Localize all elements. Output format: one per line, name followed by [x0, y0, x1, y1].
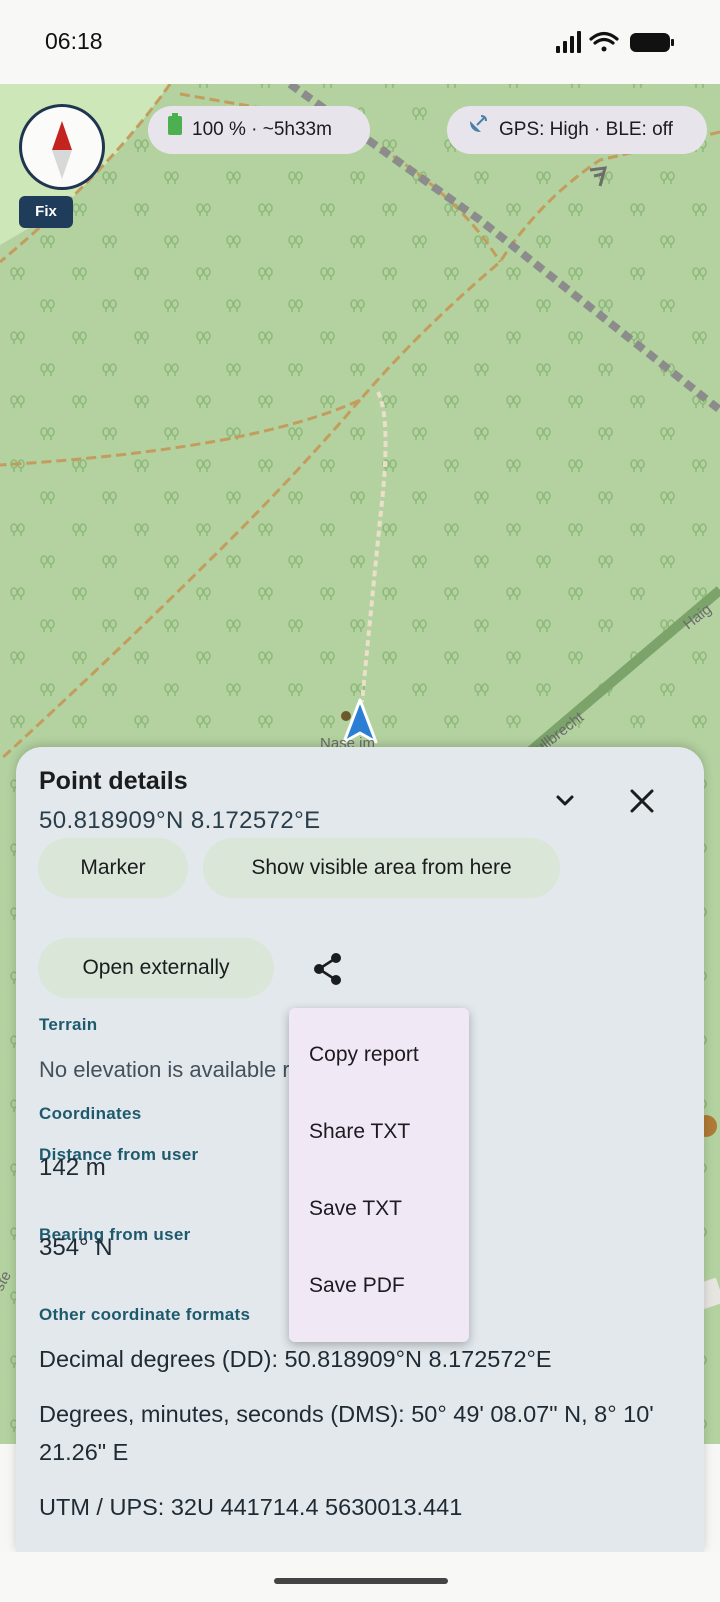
gps-chip[interactable]: GPS: High · BLE: off	[447, 106, 707, 154]
other-formats-label: Other coordinate formats	[39, 1305, 251, 1324]
battery-icon	[630, 33, 674, 52]
menu-item-save-pdf[interactable]: Save PDF	[309, 1274, 405, 1298]
format-dd: Decimal degrees (DD): 50.818909°N 8.1725…	[39, 1346, 552, 1372]
satellite-icon	[467, 106, 489, 154]
share-button[interactable]	[304, 945, 352, 993]
sheet-coordinates: 50.818909°N 8.172572°E	[39, 807, 321, 834]
gps-chip-label: GPS: High · BLE: off	[499, 119, 673, 141]
status-icons	[556, 30, 676, 54]
navigation-bar	[0, 1552, 720, 1602]
collapse-button[interactable]	[541, 777, 589, 825]
share-menu: Copy report Share TXT Save TXT Save PDF	[289, 1008, 469, 1342]
home-indicator[interactable]	[274, 1578, 448, 1584]
chevron-down-icon	[556, 795, 574, 806]
fix-badge: Fix	[19, 196, 73, 228]
close-button[interactable]	[618, 777, 666, 825]
wifi-icon	[589, 31, 619, 52]
battery-icon	[168, 106, 182, 154]
status-time: 06:18	[45, 28, 103, 54]
marker-button[interactable]: Marker	[38, 838, 188, 898]
open-externally-button[interactable]: Open externally	[38, 938, 274, 998]
show-visible-area-button[interactable]: Show visible area from here	[203, 838, 560, 898]
compass-button[interactable]	[19, 104, 105, 190]
menu-item-save-txt[interactable]: Save TXT	[309, 1197, 402, 1221]
signal-icon	[556, 31, 581, 53]
battery-chip-label: 100 % · ~5h33m	[192, 119, 332, 141]
screen: 06:18 Nase im ullbrecht Haig ste Fix 100…	[0, 0, 720, 1602]
coordinates-label: Coordinates	[39, 1104, 142, 1123]
format-utm: UTM / UPS: 32U 441714.4 5630013.441	[39, 1494, 463, 1520]
share-icon	[314, 953, 341, 985]
battery-chip[interactable]: 100 % · ~5h33m	[148, 106, 370, 154]
menu-item-share-txt[interactable]: Share TXT	[309, 1120, 410, 1144]
close-icon	[630, 789, 654, 813]
format-dms: Degrees, minutes, seconds (DMS): 50° 49'…	[39, 1401, 654, 1465]
compass-icon	[52, 121, 72, 179]
distance-value: 142 m	[39, 1154, 106, 1181]
sheet-title: Point details	[39, 767, 188, 795]
status-bar: 06:18	[0, 0, 720, 84]
terrain-label: Terrain	[39, 1015, 98, 1034]
bearing-value: 354° N	[39, 1234, 113, 1261]
menu-item-copy-report[interactable]: Copy report	[309, 1043, 419, 1067]
